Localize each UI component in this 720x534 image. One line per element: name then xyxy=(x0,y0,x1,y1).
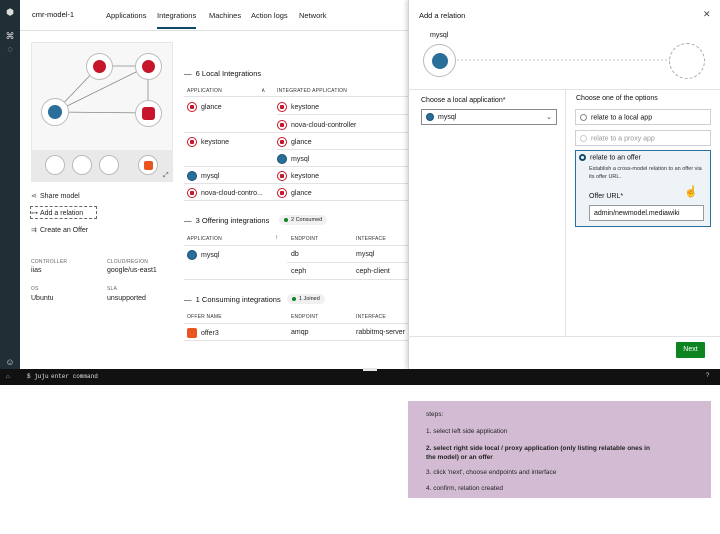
divider xyxy=(408,89,720,90)
local-app-select[interactable]: mysql ⌄ xyxy=(421,109,557,125)
choose-local-label: Choose a local application* xyxy=(421,97,506,104)
radio-proxy xyxy=(580,135,587,142)
help-icon[interactable]: ? xyxy=(706,372,710,379)
options-label: Choose one of the options xyxy=(576,95,658,102)
option-offer-row[interactable]: relate to an offer xyxy=(579,154,641,161)
offer-url-input[interactable]: admin/newmodel.mediawiki xyxy=(589,205,704,221)
option-offer-label: relate to an offer xyxy=(590,154,641,162)
pointer-cursor-icon: ☝ xyxy=(684,186,698,198)
option-local-label: relate to a local app xyxy=(591,114,653,122)
terminal-icon: ⌂ xyxy=(6,373,10,380)
terminal-resize-handle[interactable] xyxy=(363,368,377,371)
column-divider xyxy=(565,90,566,336)
note-step-2b: the model) or an offer xyxy=(426,454,493,461)
terminal-prompt: $ juju xyxy=(27,373,49,380)
note-step-3: 3. click 'next', choose endpoints and in… xyxy=(426,469,557,476)
option-proxy-app: relate to a proxy app xyxy=(575,130,711,146)
option-local-app[interactable]: relate to a local app xyxy=(575,109,711,125)
divider xyxy=(408,336,720,337)
target-app-placeholder xyxy=(669,43,705,79)
terminal-input[interactable]: enter command xyxy=(51,373,98,380)
mysql-icon xyxy=(426,113,434,121)
offer-url-label: Offer URL* xyxy=(589,193,624,200)
radio-local[interactable] xyxy=(580,114,587,121)
offer-help-text: Establish a cross-model relation to an o… xyxy=(589,166,702,180)
note-step-2a: 2. select right side local / proxy appli… xyxy=(426,445,650,452)
selected-app-value: mysql xyxy=(438,113,457,121)
radio-offer[interactable] xyxy=(579,154,586,161)
steps-annotation: steps: 1. select left side application 2… xyxy=(408,401,711,498)
note-step-4: 4. confirm, relation created xyxy=(426,485,503,492)
terminal-bar[interactable]: ⌂ $ juju enter command ? xyxy=(0,368,720,385)
next-button[interactable]: Next xyxy=(676,342,705,358)
chevron-down-icon: ⌄ xyxy=(546,114,552,121)
note-step-1: 1. select left side application xyxy=(426,428,508,435)
option-proxy-label: relate to a proxy app xyxy=(591,135,655,143)
notes-title: steps: xyxy=(426,411,444,418)
